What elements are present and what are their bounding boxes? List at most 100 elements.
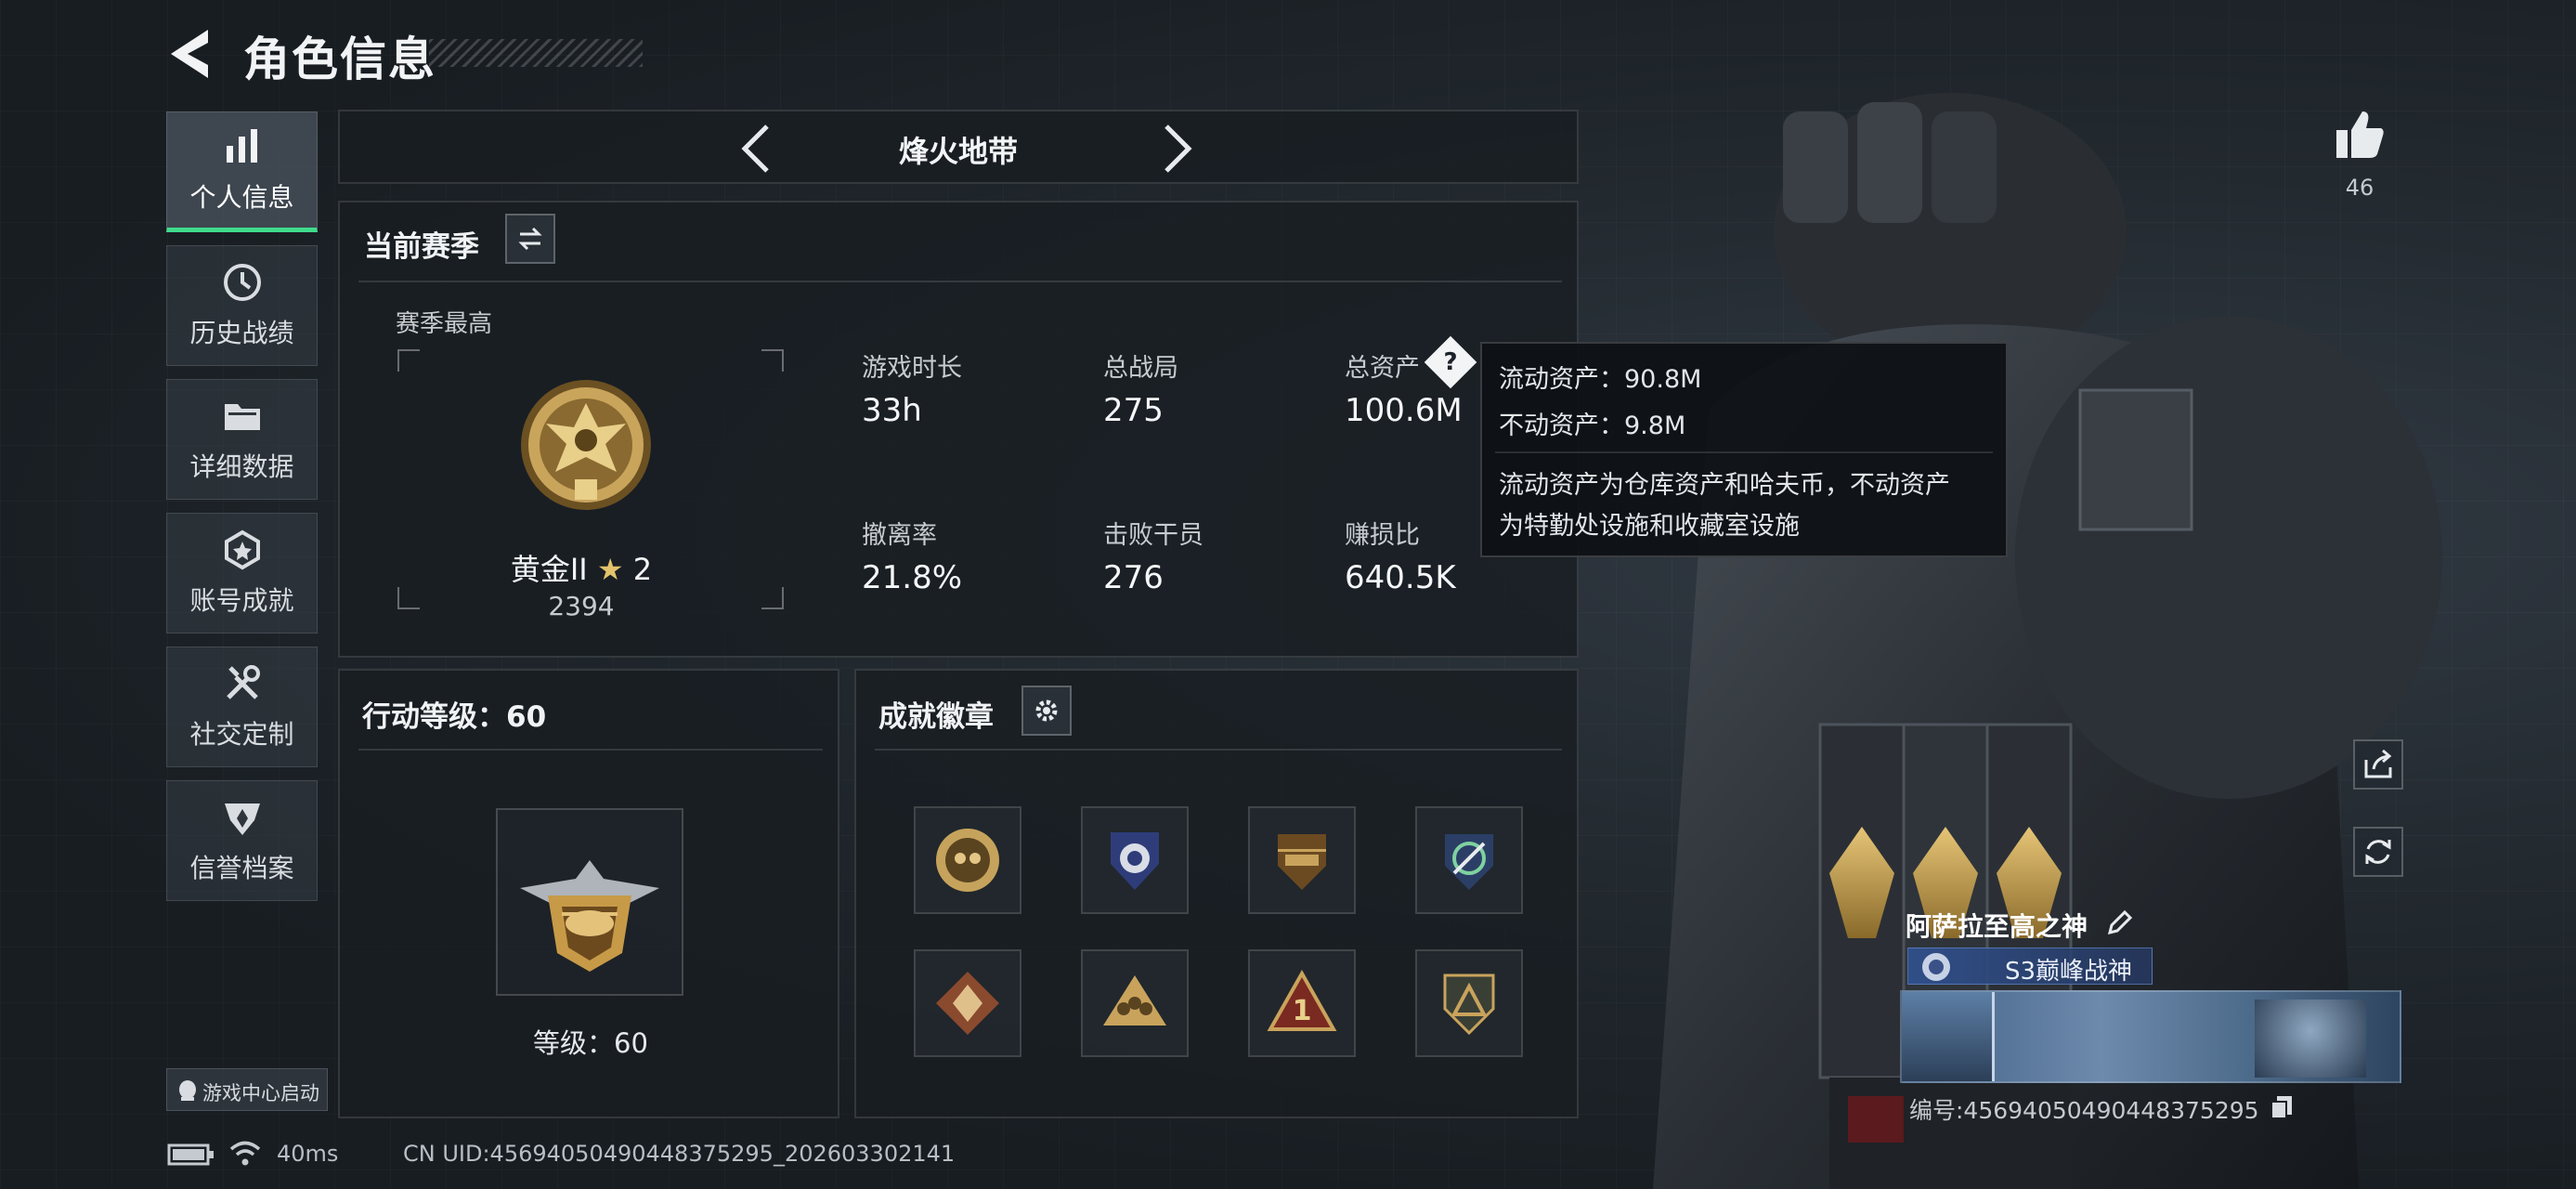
battery-icon (167, 1143, 214, 1166)
stat-playtime-label: 游戏时长 (862, 354, 962, 383)
badge-1[interactable] (914, 806, 1021, 914)
helicopter-badge-icon (1278, 834, 1326, 890)
level-emblem-frame (496, 808, 683, 996)
stat-kills-label: 击败干员 (1103, 521, 1203, 550)
stat-extract-label: 撤离率 (862, 521, 937, 550)
target-badge-icon (1445, 834, 1493, 890)
rank-line: 黄金II ★ 2 (340, 546, 823, 589)
edit-pencil-icon[interactable] (2104, 908, 2134, 938)
title-badge-text: S3巅峰战神 (2005, 958, 2133, 986)
frame-corner (397, 349, 420, 372)
footer-uid: CN UID:456940504904483752​95_20260330214… (403, 1141, 956, 1167)
assets-tooltip: 流动资产：90.8M 不动资产：9.8M 流动资产为仓库资产和哈夫币，不动资产 … (1480, 342, 2008, 557)
triangle-badge-icon (1443, 973, 1495, 1036)
title-emblem-icon (1922, 953, 1950, 981)
bar-chart-icon (226, 129, 257, 163)
rank-score: 2394 (548, 591, 615, 621)
gold-rank-emblem-icon (521, 380, 651, 510)
action-level-title: 行动等级：60 (362, 700, 547, 734)
folder-icon (224, 404, 260, 430)
wolf-badge-icon (936, 972, 999, 1035)
season-best-label: 赛季最高 (396, 310, 493, 338)
level-text: 等级：60 (533, 1027, 648, 1059)
badge-2[interactable] (1081, 806, 1189, 914)
refresh-icon (2365, 840, 2391, 864)
share-button[interactable] (2353, 739, 2403, 790)
stat-extract-value: 21.8% (862, 559, 963, 596)
nav-label: 历史战绩 (189, 318, 294, 348)
badge-6[interactable] (1081, 949, 1189, 1057)
qq-icon (179, 1080, 196, 1101)
stat-ratio-value: 640.5K (1345, 559, 1456, 596)
clock-icon (223, 264, 261, 301)
badge-4[interactable] (1415, 806, 1523, 914)
tooltip-desc-1: 流动资产为仓库资产和哈夫币，不动资产 (1499, 471, 1950, 500)
stat-playtime-value: 33h (862, 392, 922, 429)
share-icon (2364, 749, 2392, 778)
ping-text: 40ms (277, 1141, 339, 1167)
character-banner-image (1900, 990, 2401, 1083)
badges-title: 成就徽章 (878, 700, 994, 734)
badges-panel: 成就徽章 1 (854, 669, 1579, 1118)
wifi-icon (229, 1141, 261, 1166)
game-center-text: 游戏中心启动 (202, 1082, 319, 1104)
banner-portrait (1902, 992, 1995, 1081)
season-title: 当前赛季 (364, 230, 479, 264)
tooltip-fixed: 不动资产：9.8M (1499, 412, 1686, 440)
chevron-right-icon[interactable] (1148, 119, 1203, 178)
stat-assets-value: 100.6M (1345, 392, 1463, 429)
swap-icon (518, 227, 542, 251)
nav-item-details[interactable]: 详细数据 (166, 379, 318, 500)
character-uid: 编号:4569405049044837529​5 (1909, 1097, 2259, 1124)
nav-item-achievements[interactable]: 账号成就 (166, 513, 318, 634)
season-panel: 当前赛季 赛季最高 黄金II ★ 2 2394 游戏时长 33h 总战局 275… (338, 201, 1579, 658)
tooltip-desc-2: 为特勤处设施和收藏室设施 (1499, 512, 1800, 541)
nav-item-history[interactable]: 历史战绩 (166, 245, 318, 366)
nav-item-social[interactable]: 社交定制 (166, 647, 318, 767)
nav-label: 账号成就 (189, 585, 294, 616)
title-decoration (429, 39, 643, 67)
tooltip-liquid: 流动资产：90.8M (1499, 365, 1702, 394)
season-switch-button[interactable] (505, 214, 555, 264)
character-name: 阿萨拉至高之神 (1906, 911, 2088, 942)
skull-badge-icon (936, 829, 999, 892)
game-center-launch[interactable]: 游戏中心启动 (166, 1068, 328, 1111)
stat-matches-value: 275 (1103, 392, 1164, 429)
mode-title: 烽火地带 (898, 134, 1018, 169)
action-level-panel: 行动等级：60 等级：60 (338, 669, 839, 1118)
copy-icon[interactable] (2270, 1094, 2294, 1120)
star-icon: ★ (596, 552, 624, 587)
back-arrow-icon[interactable] (163, 24, 215, 84)
badge-3[interactable] (1248, 806, 1356, 914)
divider (875, 749, 1562, 751)
thumbs-up-icon[interactable] (2333, 108, 2387, 162)
help-icon-glyph: ? (1443, 348, 1458, 376)
achievement-icon (224, 529, 260, 570)
divider (1495, 451, 1993, 453)
divider (358, 749, 823, 751)
squad-badge-icon (1103, 975, 1166, 1026)
stat-matches-label: 总战局 (1103, 354, 1178, 383)
mode-selector: 烽火地带 (338, 110, 1579, 184)
divider (358, 281, 1562, 282)
tools-icon (226, 665, 260, 699)
badge-5[interactable] (914, 949, 1021, 1057)
banner-operator (2255, 1000, 2366, 1078)
frame-corner (761, 349, 784, 372)
badge-8[interactable] (1415, 949, 1523, 1057)
nav-item-reputation[interactable]: 信誉档案 (166, 780, 318, 901)
number-one-badge-icon: 1 (1267, 969, 1337, 1031)
nav-label: 详细数据 (189, 451, 294, 482)
refresh-button[interactable] (2353, 827, 2403, 877)
helicopter-emblem-icon (520, 860, 659, 972)
page-title: 角色信息 (243, 33, 436, 86)
nav-label: 个人信息 (189, 182, 294, 213)
likes-count: 46 (2345, 175, 2374, 201)
rank-stars: 2 (632, 552, 653, 587)
badge-7[interactable]: 1 (1248, 949, 1356, 1057)
rank-name: 黄金II (510, 552, 588, 587)
nav-item-personal-info[interactable]: 个人信息 (166, 111, 318, 232)
gear-icon (1035, 699, 1058, 722)
eagle-shield-badge-icon (1111, 832, 1159, 890)
badge-settings-button[interactable] (1021, 686, 1072, 736)
